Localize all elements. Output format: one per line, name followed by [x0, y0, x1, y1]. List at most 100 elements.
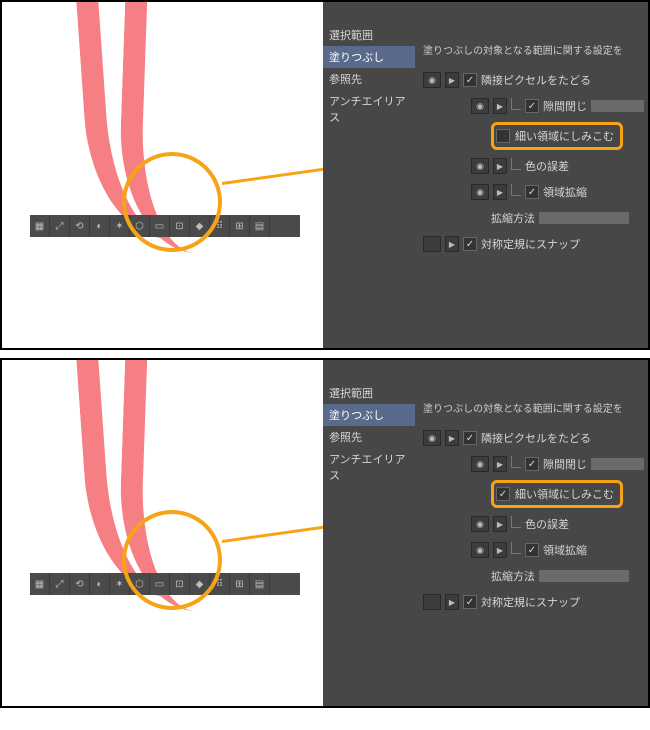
setting-label: 隣接ピクセルをたどる [481, 430, 591, 446]
setting-label: 領域拡縮 [543, 542, 587, 558]
visibility-toggle[interactable]: ◉ [471, 542, 489, 558]
setting-row: ◉ ▶ 色の誤差 [471, 156, 644, 176]
tool-icon[interactable]: ▤ [250, 573, 270, 595]
setting-label: 領域拡縮 [543, 184, 587, 200]
setting-row: ◉ ▶ ✓ 隣接ピクセルをたどる [423, 70, 644, 90]
checkbox[interactable]: ✓ [525, 457, 539, 471]
tool-icon[interactable]: ▤ [250, 215, 270, 237]
expand-toggle[interactable]: ▶ [493, 184, 507, 200]
tool-icon[interactable]: ⤢ [50, 573, 70, 595]
comparison-frame-top: ▦ ⤢ ⟲ ◐ ✶ ⬡ ▭ ⊡ ◆ ⠿ ⊞ ▤ 選択範囲 塗りつぶし 参照先 ア… [0, 0, 650, 350]
checkbox[interactable]: ✓ [525, 99, 539, 113]
tool-icon[interactable]: ⊞ [230, 573, 250, 595]
checkbox[interactable]: ✓ [525, 185, 539, 199]
property-category-nav: 選択範囲 塗りつぶし 参照先 アンチエイリアス [323, 382, 415, 486]
setting-label: 色の誤差 [525, 158, 569, 174]
zoom-highlight-circle [122, 510, 222, 610]
nav-item-reference[interactable]: 参照先 [323, 68, 415, 90]
visibility-toggle[interactable]: ◉ [423, 72, 441, 88]
tool-icon[interactable]: ◐ [90, 215, 110, 237]
visibility-toggle[interactable]: ◉ [471, 98, 489, 114]
setting-row: ▶ ✓ 対称定規にスナップ [423, 234, 644, 254]
checkbox[interactable]: ✓ [463, 595, 477, 609]
expand-toggle[interactable]: ▶ [493, 456, 507, 472]
nav-item-antialias[interactable]: アンチエイリアス [323, 448, 415, 486]
nav-item-selection[interactable]: 選択範囲 [323, 382, 415, 404]
visibility-toggle[interactable] [423, 594, 441, 610]
setting-label: 細い領域にしみこむ [515, 128, 614, 144]
setting-label: 拡縮方法 [491, 568, 535, 584]
expand-toggle[interactable]: ▶ [445, 236, 459, 252]
visibility-toggle[interactable]: ◉ [471, 516, 489, 532]
nav-item-reference[interactable]: 参照先 [323, 426, 415, 448]
visibility-toggle[interactable]: ◉ [471, 456, 489, 472]
setting-row: ◉ ▶ 色の誤差 [471, 514, 644, 534]
setting-row-highlighted: ✓ 細い領域にしみこむ [491, 480, 644, 508]
tree-connector [511, 456, 521, 468]
checkbox[interactable]: ✓ [463, 431, 477, 445]
tree-connector [511, 158, 521, 170]
setting-label: 隣接ピクセルをたどる [481, 72, 591, 88]
slider[interactable] [591, 458, 644, 470]
tool-icon[interactable]: ▦ [30, 215, 50, 237]
expand-toggle[interactable]: ▶ [445, 594, 459, 610]
slider[interactable] [539, 212, 629, 224]
checkbox[interactable]: ✓ [525, 543, 539, 557]
nav-item-fill[interactable]: 塗りつぶし [323, 46, 415, 68]
expand-toggle[interactable]: ▶ [445, 72, 459, 88]
setting-label: 対称定規にスナップ [481, 236, 580, 252]
setting-label: 色の誤差 [525, 516, 569, 532]
setting-row: 拡縮方法 [491, 208, 644, 228]
visibility-toggle[interactable]: ◉ [423, 430, 441, 446]
setting-label: 細い領域にしみこむ [515, 486, 614, 502]
setting-row: 拡縮方法 [491, 566, 644, 586]
expand-toggle[interactable]: ▶ [493, 98, 507, 114]
panel-description: 塗りつぶしの対象となる範囲に関する設定を [423, 42, 623, 57]
tool-icon[interactable]: ⤢ [50, 215, 70, 237]
visibility-toggle[interactable]: ◉ [471, 184, 489, 200]
visibility-toggle[interactable] [423, 236, 441, 252]
tool-icon[interactable]: ⟲ [70, 573, 90, 595]
setting-label: 対称定規にスナップ [481, 594, 580, 610]
tree-connector [511, 542, 521, 554]
setting-row: ◉ ▶ ✓ 領域拡縮 [471, 182, 644, 202]
slider[interactable] [591, 100, 644, 112]
tool-property-panel: 選択範囲 塗りつぶし 参照先 アンチエイリアス 塗りつぶしの対象となる範囲に関す… [323, 360, 648, 708]
highlight-box: ✓ 細い領域にしみこむ [491, 480, 623, 508]
setting-row-highlighted: 細い領域にしみこむ [491, 122, 644, 150]
setting-label: 隙間閉じ [543, 456, 587, 472]
nav-item-fill[interactable]: 塗りつぶし [323, 404, 415, 426]
expand-toggle[interactable]: ▶ [493, 158, 507, 174]
expand-toggle[interactable]: ▶ [493, 516, 507, 532]
tool-icon[interactable]: ⟲ [70, 215, 90, 237]
tree-connector [511, 516, 521, 528]
setting-row: ◉ ▶ ✓ 隣接ピクセルをたどる [423, 428, 644, 448]
setting-row: ◉ ▶ ✓ 隙間閉じ [471, 454, 644, 474]
panel-description: 塗りつぶしの対象となる範囲に関する設定を [423, 400, 623, 415]
checkbox[interactable]: ✓ [463, 73, 477, 87]
expand-toggle[interactable]: ▶ [445, 430, 459, 446]
nav-item-selection[interactable]: 選択範囲 [323, 24, 415, 46]
setting-label: 拡縮方法 [491, 210, 535, 226]
setting-row: ◉ ▶ ✓ 領域拡縮 [471, 540, 644, 560]
settings-list: ◉ ▶ ✓ 隣接ピクセルをたどる ◉ ▶ ✓ 隙間閉じ 細い領域にしみこむ [423, 70, 644, 260]
expand-toggle[interactable]: ▶ [493, 542, 507, 558]
setting-label: 隙間閉じ [543, 98, 587, 114]
tool-icon[interactable]: ⊞ [230, 215, 250, 237]
comparison-frame-bottom: ▦ ⤢ ⟲ ◐ ✶ ⬡ ▭ ⊡ ◆ ⠿ ⊞ ▤ 選択範囲 塗りつぶし 参照先 ア… [0, 358, 650, 708]
tool-icon[interactable]: ▦ [30, 573, 50, 595]
nav-item-antialias[interactable]: アンチエイリアス [323, 90, 415, 128]
visibility-toggle[interactable]: ◉ [471, 158, 489, 174]
setting-row: ▶ ✓ 対称定規にスナップ [423, 592, 644, 612]
tree-connector [511, 184, 521, 196]
property-category-nav: 選択範囲 塗りつぶし 参照先 アンチエイリアス [323, 24, 415, 128]
checkbox[interactable]: ✓ [463, 237, 477, 251]
setting-row: ◉ ▶ ✓ 隙間閉じ [471, 96, 644, 116]
checkbox-seep-narrow[interactable] [496, 129, 510, 143]
slider[interactable] [539, 570, 629, 582]
zoom-highlight-circle [122, 152, 222, 252]
tool-property-panel: 選択範囲 塗りつぶし 参照先 アンチエイリアス 塗りつぶしの対象となる範囲に関す… [323, 2, 648, 350]
checkbox-seep-narrow[interactable]: ✓ [496, 487, 510, 501]
tool-icon[interactable]: ◐ [90, 573, 110, 595]
tree-connector [511, 98, 521, 110]
